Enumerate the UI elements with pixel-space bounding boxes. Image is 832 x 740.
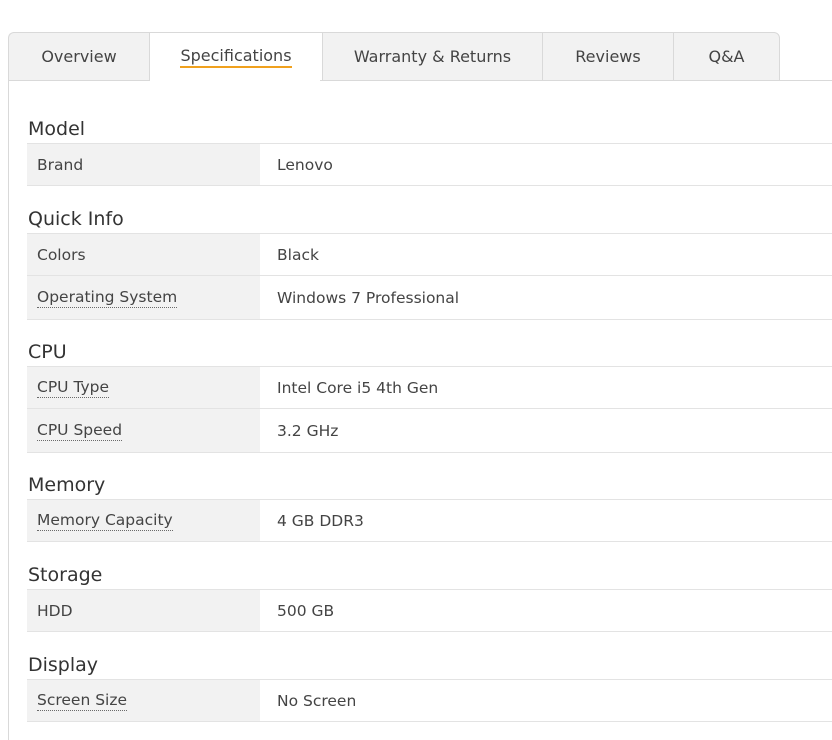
spec-value: Black bbox=[277, 245, 319, 264]
spec-key: Operating System bbox=[27, 276, 260, 319]
spec-key-tooltip-label[interactable]: CPU Speed bbox=[37, 421, 123, 441]
spec-key: CPU Type bbox=[27, 367, 260, 408]
section-title-quick-info: Quick Info bbox=[28, 208, 124, 230]
section-title-model: Model bbox=[28, 118, 86, 140]
section-title-cpu: CPU bbox=[28, 341, 67, 363]
tab-overview[interactable]: Overview bbox=[8, 32, 149, 81]
active-tab-joiner bbox=[150, 80, 320, 82]
spec-value: 500 GB bbox=[277, 601, 335, 620]
spec-key-tooltip-label[interactable]: Memory Capacity bbox=[37, 511, 173, 531]
spec-key-tooltip-label[interactable]: Screen Size bbox=[37, 691, 128, 711]
tab-qa[interactable]: Q&A bbox=[673, 32, 780, 81]
tab-warranty-returns[interactable]: Warranty & Returns bbox=[322, 32, 542, 81]
spec-row-operating-system: Operating System Windows 7 Professional bbox=[27, 276, 832, 320]
spec-key: Colors bbox=[27, 234, 260, 275]
tab-reviews[interactable]: Reviews bbox=[542, 32, 673, 81]
spec-row-colors: Colors Black bbox=[27, 233, 832, 276]
spec-key: Screen Size bbox=[27, 680, 260, 721]
spec-key-label: Brand bbox=[37, 155, 84, 174]
spec-value: Lenovo bbox=[277, 155, 333, 174]
spec-value: No Screen bbox=[277, 691, 357, 710]
spec-key-tooltip-label[interactable]: Operating System bbox=[37, 288, 178, 308]
spec-row-brand: Brand Lenovo bbox=[27, 143, 832, 186]
section-title-display: Display bbox=[28, 654, 99, 676]
spec-row-screen-size: Screen Size No Screen bbox=[27, 679, 832, 722]
tab-bar: Overview Specifications Warranty & Retur… bbox=[8, 32, 780, 81]
spec-row-cpu-speed: CPU Speed 3.2 GHz bbox=[27, 409, 832, 453]
tab-label: Warranty & Returns bbox=[353, 47, 512, 66]
section-title-memory: Memory bbox=[28, 474, 106, 496]
spec-key-tooltip-label[interactable]: CPU Type bbox=[37, 378, 110, 398]
spec-key-label: Colors bbox=[37, 245, 86, 264]
tab-label: Q&A bbox=[708, 47, 745, 66]
tab-specifications[interactable]: Specifications bbox=[149, 32, 322, 81]
spec-value: Intel Core i5 4th Gen bbox=[277, 378, 439, 397]
spec-row-cpu-type: CPU Type Intel Core i5 4th Gen bbox=[27, 366, 832, 409]
tab-label: Overview bbox=[41, 47, 117, 66]
spec-key-label: HDD bbox=[37, 601, 73, 620]
tab-label: Reviews bbox=[575, 47, 641, 66]
spec-key: Memory Capacity bbox=[27, 500, 260, 541]
spec-row-memory-capacity: Memory Capacity 4 GB DDR3 bbox=[27, 499, 832, 542]
spec-key: HDD bbox=[27, 590, 260, 631]
section-title-storage: Storage bbox=[28, 564, 103, 586]
spec-row-hdd: HDD 500 GB bbox=[27, 589, 832, 632]
spec-value: 3.2 GHz bbox=[277, 421, 339, 440]
spec-value: Windows 7 Professional bbox=[277, 288, 460, 307]
spec-value: 4 GB DDR3 bbox=[277, 511, 364, 530]
spec-key: CPU Speed bbox=[27, 409, 260, 452]
spec-key: Brand bbox=[27, 144, 260, 185]
tab-label: Specifications bbox=[180, 46, 292, 68]
